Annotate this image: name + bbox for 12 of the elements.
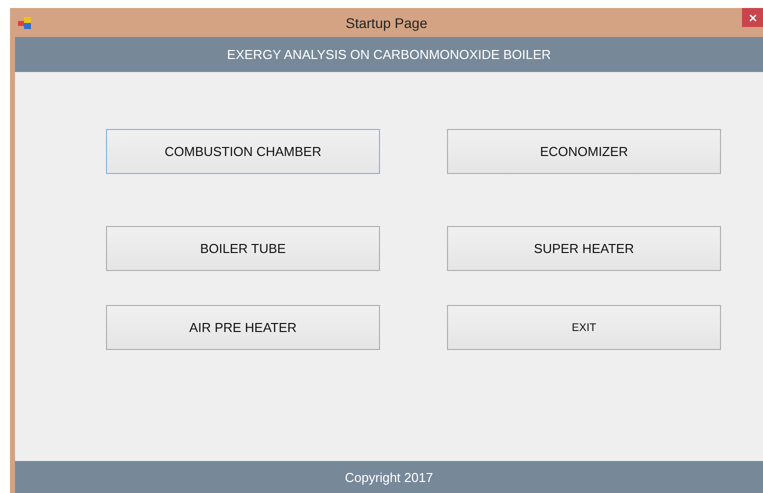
exit-button[interactable]: EXIT [447, 305, 721, 350]
footer-bar: Copyright 2017 [15, 461, 763, 493]
section-button[interactable]: ECONOMIZER [447, 129, 721, 174]
section-button[interactable]: COMBUSTION CHAMBER [106, 129, 380, 174]
app-icon [18, 16, 32, 28]
close-button[interactable] [742, 8, 763, 27]
header-banner: EXERGY ANALYSIS ON CARBONMONOXIDE BOILER [15, 37, 763, 72]
section-button[interactable]: BOILER TUBE [106, 226, 380, 271]
section-button[interactable]: AIR PRE HEATER [106, 305, 380, 350]
window-title: Startup Page [346, 14, 428, 30]
close-icon [748, 14, 756, 22]
section-button[interactable]: SUPER HEATER [447, 226, 721, 271]
